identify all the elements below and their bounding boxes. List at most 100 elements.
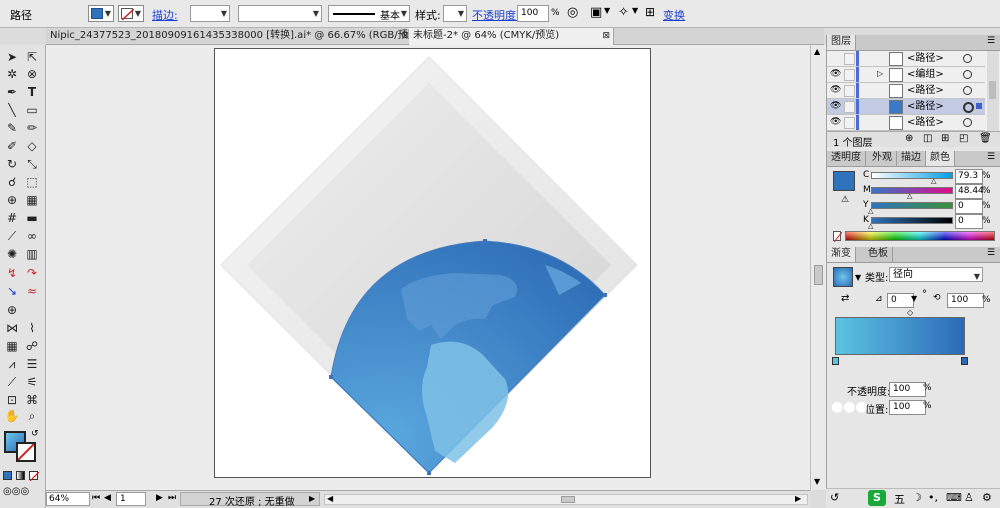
gradient-stop-start[interactable] [832, 357, 839, 365]
measure-tool-icon[interactable]: ⟋ [3, 375, 21, 390]
slider-thumb-icon[interactable]: △ [907, 192, 912, 200]
artboard-number-input[interactable]: 1 [116, 492, 146, 506]
eye-icon[interactable]: 👁 [830, 85, 841, 95]
align-icon[interactable]: ▣ [590, 5, 602, 20]
refresh-icon[interactable]: ↺ [830, 491, 839, 504]
punctuation-icon[interactable]: •, [928, 491, 938, 504]
midpoint-diamond-icon[interactable]: ◇ [907, 308, 913, 317]
rotate-tool-icon[interactable]: ↻ [3, 157, 21, 172]
scroll-left-icon[interactable]: ◀ [327, 494, 333, 503]
slice-tool-icon[interactable]: ⌇ [23, 321, 41, 336]
selection-indicator[interactable] [976, 103, 982, 109]
column-graph-tool-icon[interactable]: ▥ [23, 247, 41, 262]
none-color-swatch[interactable] [833, 231, 842, 242]
magenta-value-input[interactable]: 48.44 [955, 184, 984, 199]
visibility-toggle[interactable] [844, 53, 855, 65]
tab-stroke[interactable]: 描边 [897, 151, 926, 166]
spray-tool-icon[interactable]: ⌘ [23, 393, 41, 408]
gradient-tool-icon[interactable]: ▬ [23, 211, 41, 226]
transform-icon[interactable]: ⊞ [645, 5, 655, 19]
line-tool-icon[interactable]: ╲ [3, 103, 21, 118]
yellow-value-input[interactable]: 0 [955, 199, 983, 214]
scroll-right-icon[interactable]: ▶ [795, 494, 801, 503]
zoom-tool-icon[interactable]: ⌕ [23, 409, 41, 424]
grid-tool-icon[interactable]: ▦ [3, 339, 21, 354]
crop-tool-icon[interactable]: ⊡ [3, 393, 21, 408]
delete-layer-icon[interactable]: 🗑 [979, 133, 992, 144]
opacity-input[interactable]: 100 [517, 5, 549, 22]
last-artboard-icon[interactable]: ⏭ [168, 493, 176, 503]
document-tab-untitled[interactable]: 未标题-2* @ 64% (CMYK/预览) ⊠ [409, 28, 614, 45]
chevron-down-icon[interactable]: ▼ [911, 294, 917, 303]
zigzag-tool-icon[interactable]: ⩘ [3, 357, 21, 372]
symbol-sprayer-tool-icon[interactable]: ✺ [3, 247, 21, 262]
eye-icon[interactable]: 👁 [830, 117, 841, 127]
moon-icon[interactable]: ☽ [912, 491, 922, 504]
tab-layers[interactable]: 图层 [827, 35, 856, 50]
layer-row[interactable]: 👁 ▷ <编组> [827, 67, 985, 83]
chevron-down-icon[interactable]: ▼ [632, 6, 638, 15]
settings-icon[interactable]: ⚙ [982, 491, 992, 504]
chevron-down-icon[interactable]: ▼ [604, 6, 610, 15]
eraser-tool-icon[interactable]: ◇ [23, 139, 41, 154]
layer-row[interactable]: <路径> [827, 51, 985, 67]
user-icon[interactable]: ♙ [964, 491, 974, 504]
scroll-up-icon[interactable]: ▲ [814, 47, 820, 56]
anchor-point[interactable] [329, 375, 333, 379]
gradient-ramp[interactable] [835, 317, 965, 355]
rectangle-tool-icon[interactable]: ▭ [23, 103, 41, 118]
expand-arrow-icon[interactable]: ▷ [877, 69, 883, 78]
black-slider[interactable] [871, 217, 953, 224]
lock-toggle[interactable] [844, 85, 855, 97]
transform-link[interactable]: 变换 [663, 7, 685, 23]
artboard[interactable] [214, 48, 651, 478]
shape-builder-tool-icon[interactable]: ⊕ [3, 193, 21, 208]
layer-row[interactable]: 👁 <路径> [827, 115, 985, 131]
none-mode-icon[interactable] [29, 471, 39, 481]
scroll-down-icon[interactable]: ▼ [814, 477, 820, 486]
draw-normal-icon[interactable]: ◎◎◎ [3, 486, 29, 497]
target-circle-icon[interactable] [963, 102, 974, 113]
new-sublayer-icon[interactable]: ⊞ [941, 133, 949, 144]
gradient-type-dropdown[interactable]: 径向 ▼ [889, 267, 983, 282]
pencil-tool-icon[interactable]: ✏ [23, 121, 41, 136]
layer-row[interactable]: 👁 <路径> [827, 83, 985, 99]
aspect-ratio-input[interactable]: 100 [947, 293, 984, 308]
slider-thumb-icon[interactable]: △ [868, 222, 873, 230]
prev-artboard-icon[interactable]: ◀ [104, 493, 111, 503]
warp-tool-icon[interactable]: ☌ [3, 175, 21, 190]
mesh-tool-icon[interactable]: # [3, 211, 21, 226]
type-tool-icon[interactable]: T [23, 85, 41, 100]
magic-wand-tool-icon[interactable]: ✲ [3, 67, 21, 82]
stroke-label-link[interactable]: 描边: [152, 7, 178, 23]
scale-tool-icon[interactable]: ⤡ [23, 157, 41, 172]
hand-tool-icon[interactable]: ✋ [3, 409, 21, 424]
target-circle-icon[interactable] [963, 54, 972, 63]
anchor-point[interactable] [603, 293, 607, 297]
artwork[interactable] [215, 49, 652, 479]
keyboard-icon[interactable]: ⌨ [946, 491, 962, 504]
puppet-tool-icon[interactable]: ☍ [23, 339, 41, 354]
gradient-preview-swatch[interactable] [833, 267, 853, 287]
gradient-mode-icon[interactable] [16, 471, 25, 480]
lasso-tool-icon[interactable]: ⊗ [23, 67, 41, 82]
tab-appearance[interactable]: 外观 [868, 151, 897, 166]
fill-swatch-dropdown[interactable]: ▼ [88, 5, 114, 22]
angle-input[interactable]: 0 [887, 293, 914, 308]
first-artboard-icon[interactable]: ⏮ [92, 493, 100, 503]
scroll-thumb[interactable] [814, 265, 823, 285]
lock-toggle[interactable] [844, 117, 855, 129]
brush-definition-dropdown[interactable]: 基本 ▼ [328, 5, 410, 22]
stroke-swatch-dropdown[interactable]: ▼ [118, 5, 144, 22]
stop-location-input[interactable]: 100 [889, 400, 926, 415]
out-of-gamut-icon[interactable]: ⚠ [841, 195, 849, 205]
color-spectrum-bar[interactable] [845, 231, 995, 241]
recolor-artwork-icon[interactable]: ◎ [567, 5, 578, 20]
zoom-level-dropdown[interactable]: 64% [46, 492, 90, 506]
scroll-thumb[interactable] [561, 496, 575, 503]
perspective-grid-tool-icon[interactable]: ▦ [23, 193, 41, 208]
locate-object-icon[interactable]: ⊕ [905, 133, 913, 144]
target-tool-icon[interactable]: ⊕ [3, 303, 21, 318]
next-artboard-icon[interactable]: ▶ [156, 493, 163, 503]
slider-thumb-icon[interactable]: △ [931, 177, 936, 185]
